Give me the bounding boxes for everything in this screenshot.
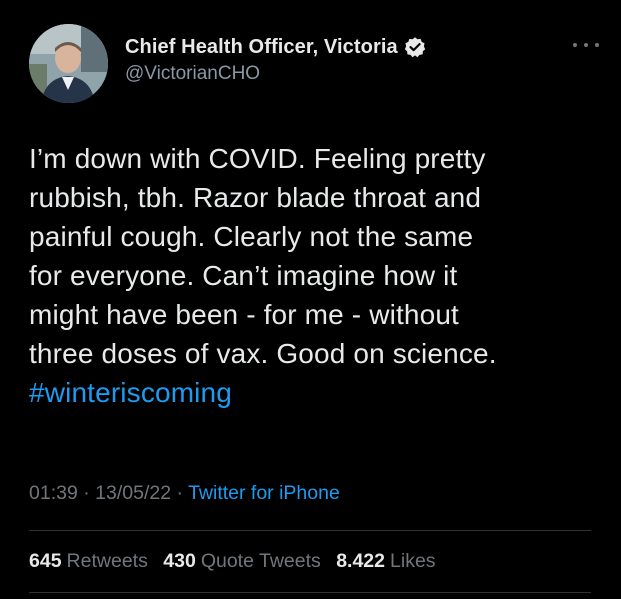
- avatar-image: [29, 24, 108, 103]
- retweets-stat[interactable]: 645 Retweets: [29, 550, 148, 572]
- hashtag-link[interactable]: #winteriscoming: [29, 373, 599, 412]
- meta-separator: ·: [176, 482, 183, 504]
- retweets-count: 645: [29, 550, 62, 572]
- more-dot: [584, 43, 588, 47]
- quote-tweets-count: 430: [163, 550, 196, 572]
- tweet-stats: 645 Retweets 430 Quote Tweets 8.422 Likes: [29, 550, 446, 573]
- tweet-text-line: I’m down with COVID. Feeling pretty: [29, 143, 486, 174]
- avatar[interactable]: [29, 24, 108, 103]
- meta-separator: ·: [83, 482, 90, 504]
- tweet-text-line: for everyone. Can’t imagine how it: [29, 260, 458, 291]
- tweet-source-link[interactable]: Twitter for iPhone: [188, 482, 340, 504]
- tweet-text-line: might have been - for me - without: [29, 299, 459, 330]
- likes-stat[interactable]: 8.422 Likes: [336, 550, 435, 572]
- tweet-date[interactable]: 13/05/22: [95, 482, 171, 504]
- quote-tweets-label: Quote Tweets: [200, 550, 321, 572]
- retweets-label: Retweets: [66, 550, 148, 572]
- tweet-text: I’m down with COVID. Feeling pretty rubb…: [29, 139, 599, 412]
- tweet-text-line: three doses of vax. Good on science.: [29, 338, 497, 369]
- tweet: Chief Health Officer, Victoria @Victoria…: [0, 0, 621, 599]
- divider: [29, 530, 591, 531]
- divider: [29, 592, 591, 593]
- more-dot: [595, 43, 599, 47]
- more-dot: [573, 43, 577, 47]
- author-info: Chief Health Officer, Victoria @Victoria…: [125, 34, 426, 85]
- tweet-header: Chief Health Officer, Victoria @Victoria…: [29, 24, 599, 106]
- tweet-meta: 01:39 · 13/05/22 · Twitter for iPhone: [29, 482, 340, 505]
- likes-label: Likes: [390, 550, 436, 572]
- tweet-time[interactable]: 01:39: [29, 482, 78, 504]
- tweet-text-line: rubbish, tbh. Razor blade throat and: [29, 182, 482, 213]
- display-name[interactable]: Chief Health Officer, Victoria: [125, 36, 398, 59]
- handle[interactable]: @VictorianCHO: [125, 63, 426, 85]
- verified-badge-icon: [404, 36, 426, 58]
- quote-tweets-stat[interactable]: 430 Quote Tweets: [163, 550, 321, 572]
- name-row: Chief Health Officer, Victoria: [125, 34, 426, 60]
- likes-count: 8.422: [336, 550, 386, 572]
- more-horizontal-icon[interactable]: [573, 38, 599, 52]
- tweet-text-line: painful cough. Clearly not the same: [29, 221, 474, 252]
